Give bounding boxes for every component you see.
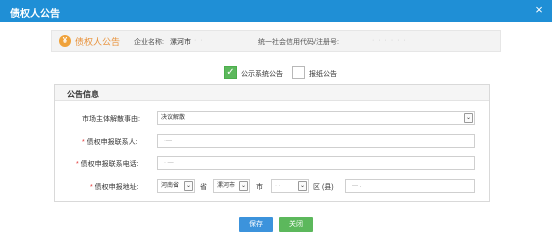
yuan-coin-icon: ¥ (59, 35, 71, 47)
chevron-down-icon[interactable]: ⌄ (464, 113, 473, 123)
panel-title: 公告信息 (67, 90, 99, 99)
reason-value: 决议解散 (161, 115, 186, 121)
contact-input[interactable]: ·— (157, 134, 475, 148)
panel-header: 公告信息 (55, 85, 489, 101)
close-icon[interactable]: × (532, 3, 546, 17)
company-info-header: ¥ 债权人公告 企业名称: 漯河市 · · 统一社会信用代码/注册号: · · … (51, 30, 501, 52)
save-button[interactable]: 保存 (239, 217, 273, 232)
contact-label: * 债权申报联系人: (82, 139, 138, 146)
reason-label: 市场主体解散事由: (82, 116, 140, 123)
chevron-down-icon[interactable]: ⌄ (239, 181, 248, 191)
reason-select[interactable]: 决议解散 ⌄ (157, 111, 475, 125)
county-select[interactable]: · · ⌄ (271, 179, 309, 193)
chevron-down-icon[interactable]: ⌄ (184, 181, 193, 191)
section-heading: 债权人公告 (75, 37, 121, 47)
phone-input[interactable]: · — (157, 156, 475, 170)
newspaper-label: 报纸公告 (309, 71, 337, 78)
address-label: * 债权申报地址: (90, 184, 139, 191)
credit-code-redacted: · · · · · · (372, 37, 407, 44)
company-name-value: 漯河市 (170, 39, 191, 46)
province-unit: 省 (200, 184, 207, 191)
checkbox-empty-icon[interactable] (292, 66, 305, 79)
dialog-title: 债权人公告 (10, 9, 60, 20)
address-detail-input[interactable]: — . (345, 179, 475, 193)
company-name-label: 企业名称: (134, 39, 164, 46)
dialog-titlebar: 债权人公告 × (0, 0, 552, 22)
close-button[interactable]: 关闭 (279, 217, 313, 232)
company-name-redacted: · · (194, 37, 204, 44)
publicity-system-label: 公示系统公告 (241, 71, 283, 78)
city-select[interactable]: 漯河市 ⌄ (213, 179, 250, 193)
credit-code-label: 统一社会信用代码/注册号: (258, 39, 339, 46)
chevron-down-icon[interactable]: ⌄ (298, 181, 307, 191)
phone-label: * 债权申报联系电话: (76, 161, 139, 168)
checkmark-icon[interactable]: ✓ (224, 66, 237, 79)
county-unit: 区 (县) (313, 184, 334, 191)
city-unit: 市 (256, 184, 263, 191)
province-select[interactable]: 河南省 ⌄ (157, 179, 195, 193)
